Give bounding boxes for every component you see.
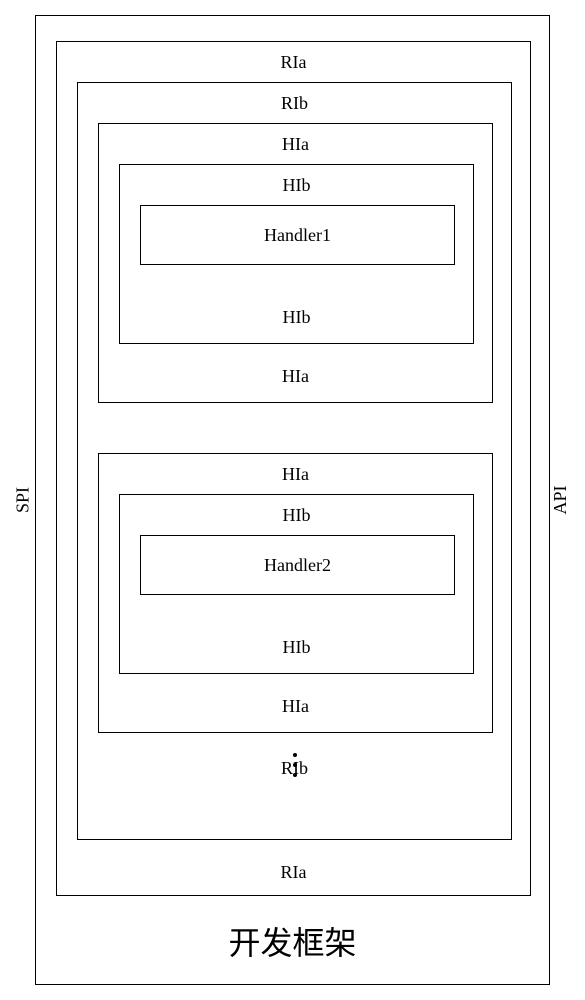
hib-layer-2: HIb Handler2 HIb: [119, 494, 474, 674]
handler1-label: Handler1: [264, 225, 331, 246]
ria-layer: RIa RIb HIa HIb Handler1 HIb HIa: [56, 41, 531, 896]
hia-bottom-label: HIa: [99, 366, 492, 387]
handler1-box: Handler1: [140, 205, 455, 265]
rib-top-label: RIb: [78, 93, 511, 114]
hia-layer-2: HIa HIb Handler2 HIb HIa: [98, 453, 493, 733]
hib-bottom-label: HIb: [120, 307, 473, 328]
hia-top-label-2: HIa: [99, 464, 492, 485]
rib-layer: RIb HIa HIb Handler1 HIb HIa: [77, 82, 512, 840]
hib-top-label: HIb: [120, 175, 473, 196]
rib-bottom-label: RIb: [78, 758, 511, 779]
hib-top-label-2: HIb: [120, 505, 473, 526]
hia-top-label: HIa: [99, 134, 492, 155]
handler2-box: Handler2: [140, 535, 455, 595]
spi-label: SPI: [13, 487, 34, 513]
hia-layer-1: HIa HIb Handler1 HIb HIa: [98, 123, 493, 403]
ria-top-label: RIa: [57, 52, 530, 73]
hia-bottom-label-2: HIa: [99, 696, 492, 717]
ria-bottom-label: RIa: [57, 862, 530, 883]
outer-frame: RIa RIb HIa HIb Handler1 HIb HIa: [35, 15, 550, 985]
diagram-caption: 开发框架: [36, 918, 549, 964]
handler2-label: Handler2: [264, 555, 331, 576]
api-label: API: [550, 485, 571, 514]
hib-bottom-label-2: HIb: [120, 637, 473, 658]
hib-layer-1: HIb Handler1 HIb: [119, 164, 474, 344]
